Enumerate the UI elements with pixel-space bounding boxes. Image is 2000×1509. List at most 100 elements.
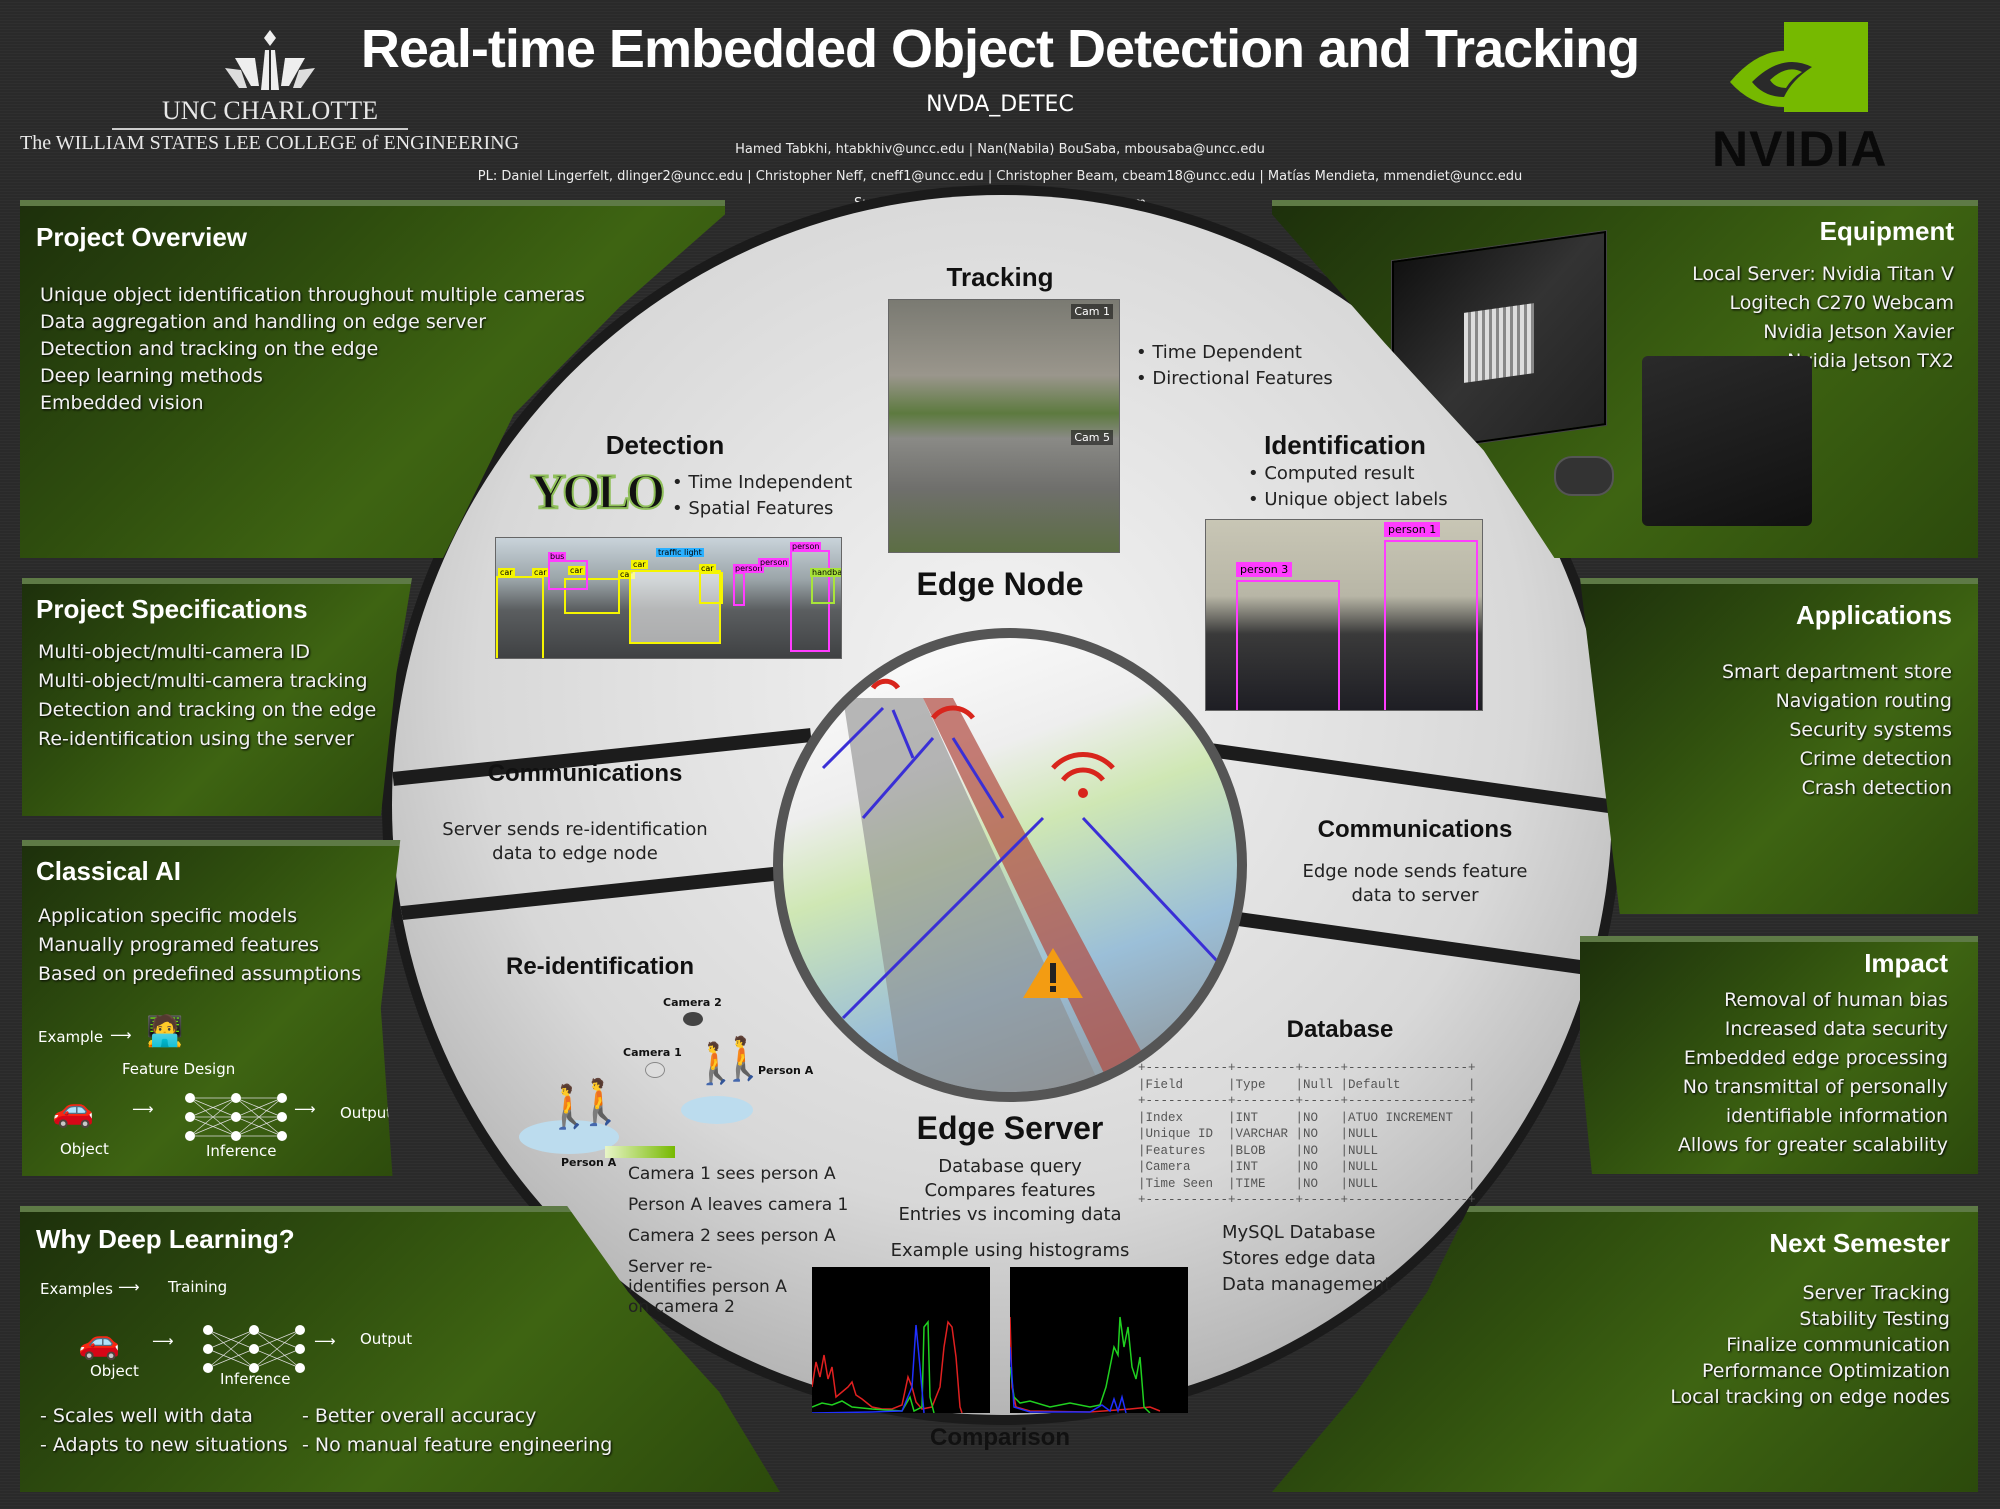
panel-title: Applications <box>1795 600 1952 630</box>
diagram-label-output: Output <box>360 1330 413 1348</box>
table-border: +-----------+--------+-----+------------… <box>1138 1193 1476 1207</box>
table-row: |Features |BLOB |NO |NULL | <box>1138 1143 1476 1158</box>
list-item: identifiable information <box>1725 1105 1948 1127</box>
list-item: No transmittal of personally <box>1682 1076 1948 1098</box>
section-title-edge-server: Edge Server <box>916 1110 1104 1146</box>
list-item: Embedded edge processing <box>1683 1047 1948 1069</box>
panel-title: Equipment <box>1819 216 1954 246</box>
list-item: Finalize communication <box>1726 1334 1950 1356</box>
list-item: Smart department store <box>1721 661 1952 683</box>
panel-classical-ai: Classical AI Application specific models… <box>22 840 401 1176</box>
divider-band-left-bottom <box>392 863 812 921</box>
step-item: Camera 1 sees person A <box>628 1164 836 1184</box>
box-label: handbag <box>810 568 841 577</box>
box-label: person 1 <box>1384 522 1441 537</box>
reid-label-person-a: Person A <box>758 1064 814 1077</box>
reid-diagram: 🚶 🚶 🚶 🚶 Camera 2 Camera 1 Person A Perso… <box>515 990 845 1170</box>
bullet-item: Directional Features <box>1136 366 1332 392</box>
panel-title: Next Semester <box>1769 1228 1950 1258</box>
list-item: - Better overall accuracy <box>302 1405 537 1427</box>
table-border: +-----------+--------+-----+------------… <box>1138 1094 1476 1108</box>
list-item: - Adapts to new situations <box>40 1434 288 1456</box>
list-item: Removal of human bias <box>1724 989 1948 1011</box>
diagram-label-inference: Inference <box>220 1370 291 1388</box>
divider-band-right-top <box>1193 740 1611 814</box>
box-label: traffic light <box>656 548 704 557</box>
table-header: |Field |Type |Null |Default | <box>1138 1077 1476 1092</box>
nvidia-logo: NVIDIA <box>1712 22 1912 177</box>
list-item: Deep learning methods <box>40 365 263 387</box>
section-title-identification: Identification <box>1264 430 1426 460</box>
section-title-tracking: Tracking <box>946 262 1054 292</box>
bullet-item: Time Independent <box>672 470 852 496</box>
section-title-comparison: Comparison <box>929 1424 1070 1451</box>
detection-image: car car bus car car car traffic light ca… <box>495 537 842 659</box>
authors-line-1: Hamed Tabkhi, htabkhiv@uncc.edu | Nan(Na… <box>735 142 1265 157</box>
car-icon: 🚗 <box>52 1090 95 1130</box>
box-label: car <box>568 566 585 575</box>
table-row: |Camera |INT |NO |NULL | <box>1138 1160 1476 1174</box>
list-item: Allows for greater scalability <box>1677 1134 1948 1156</box>
panel-project-specifications: Project Specifications Multi-object/mult… <box>22 578 412 816</box>
list-item: Unique object identification throughout … <box>40 284 586 306</box>
authors-line-2: PL: Daniel Lingerfelt, dlinger2@uncc.edu… <box>477 169 1523 184</box>
list-item: Re-identification using the server <box>38 728 354 750</box>
list-item: Nvidia Jetson Xavier <box>1763 321 1954 343</box>
car-icon: 🚗 <box>78 1322 121 1362</box>
reid-label-camera1: Camera 1 <box>623 1046 682 1059</box>
list-item: Logitech C270 Webcam <box>1729 292 1954 314</box>
table-row: |Index |INT |NO |ATUO INCREMENT | <box>1138 1110 1476 1125</box>
database-notes: MySQL Database Stores edge data Data man… <box>1222 1220 1391 1298</box>
list-item: Local Server: Nvidia Titan V <box>1692 263 1954 285</box>
identification-image: person 3 person 1 <box>1205 519 1483 711</box>
panel-title: Classical AI <box>36 856 182 886</box>
panel-applications: Applications Smart department store Navi… <box>1580 578 1978 914</box>
neural-network-icon <box>185 1093 287 1141</box>
step-item: Server re-identifies person A on camera … <box>628 1257 787 1317</box>
arrow-icon: ⟶ <box>118 1278 140 1296</box>
diagram-label-training: Training <box>168 1278 228 1296</box>
list-item: MySQL Database <box>1222 1222 1376 1243</box>
identification-bullets: Computed result Unique object labels <box>1248 461 1448 513</box>
camera-icon <box>683 1012 703 1026</box>
bullet-item: Spatial Features <box>672 496 852 522</box>
bullet-item: Computed result <box>1248 461 1448 487</box>
step-item: Person A leaves camera 1 <box>628 1195 849 1215</box>
box-label: car <box>532 568 549 577</box>
project-code: NVDA_DETEC <box>926 92 1074 117</box>
person-at-desk-icon: 🧑‍💻 <box>146 1014 184 1049</box>
histogram-1 <box>811 1267 990 1414</box>
list-item: Compares features <box>924 1180 1096 1201</box>
list-item: Entries vs incoming data <box>898 1204 1122 1225</box>
list-item: Detection and tracking on the edge <box>38 699 377 721</box>
box-label: car <box>699 564 716 573</box>
section-title-reidentification: Re-identification <box>505 953 694 980</box>
list-item: Detection and tracking on the edge <box>40 338 379 360</box>
box-label: person <box>758 558 790 567</box>
cam-label: Cam 5 <box>1071 430 1113 445</box>
panel-impact: Impact Removal of human bias Increased d… <box>1580 936 1978 1174</box>
panel-title: Impact <box>1864 948 1948 978</box>
cam-label: Cam 1 <box>1071 304 1113 319</box>
list-item: Application specific models <box>38 905 298 927</box>
box-label: person 3 <box>1236 562 1293 577</box>
arrow-icon: ⟶ <box>314 1332 336 1350</box>
list-item: Data management <box>1222 1274 1392 1295</box>
edge-server-list: Database query Compares features Entries… <box>870 1155 1150 1227</box>
list-item: Crime detection <box>1799 748 1952 770</box>
list-item: Navigation routing <box>1775 690 1952 712</box>
bullet-item: Time Dependent <box>1136 340 1333 366</box>
list-item: Local tracking on edge nodes <box>1670 1386 1950 1408</box>
list-item: Stores edge data <box>1222 1248 1376 1269</box>
step-item: Camera 2 sees person A <box>628 1226 836 1246</box>
list-item: Stability Testing <box>1799 1308 1950 1330</box>
panel-title: Why Deep Learning? <box>36 1224 295 1254</box>
neural-network-icon <box>203 1325 305 1373</box>
list-item: Security systems <box>1789 719 1952 741</box>
panel-title: Project Overview <box>36 222 247 252</box>
communications-left-text: Server sends re-identification data to e… <box>442 819 708 864</box>
panel-title: Project Specifications <box>36 594 308 624</box>
reid-label-person-a: Person A <box>561 1156 617 1169</box>
reid-label-camera2: Camera 2 <box>663 996 722 1009</box>
poster-title: Real-time Embedded Object Detection and … <box>360 19 1640 79</box>
